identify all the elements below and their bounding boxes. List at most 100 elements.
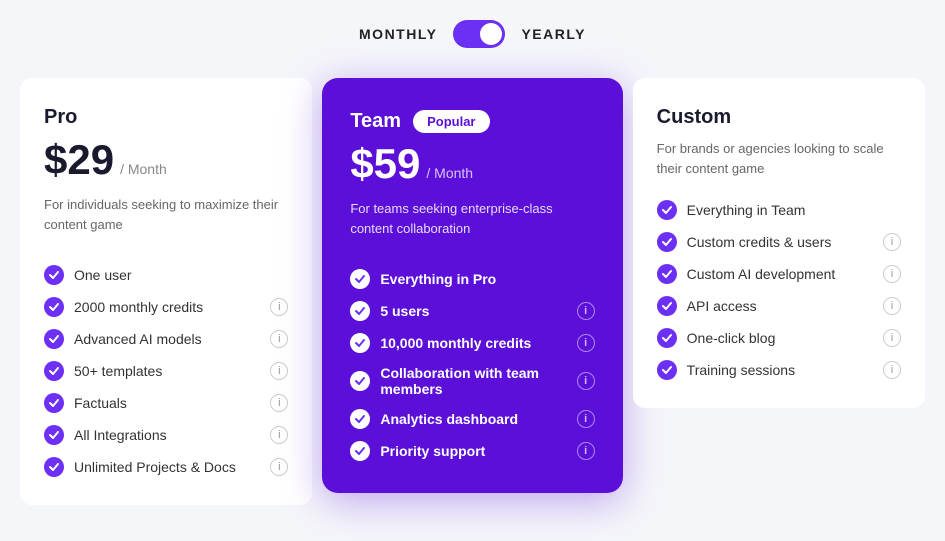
feature-left: API access: [657, 296, 757, 316]
pro-plan-name: Pro: [44, 106, 288, 129]
check-icon: [657, 328, 677, 348]
feature-text: 50+ templates: [74, 363, 162, 379]
pro-plan-card: Pro $29 / Month For individuals seeking …: [20, 78, 312, 505]
info-icon[interactable]: i: [577, 372, 595, 390]
team-plan-name: Team Popular: [350, 110, 594, 133]
check-icon: [44, 265, 64, 285]
info-icon[interactable]: i: [883, 329, 901, 347]
list-item: All Integrations i: [44, 425, 288, 445]
custom-plan-card: Custom For brands or agencies looking to…: [633, 78, 925, 408]
feature-left: 10,000 monthly credits: [350, 333, 531, 353]
feature-text: All Integrations: [74, 427, 167, 443]
list-item: One user: [44, 265, 288, 285]
info-icon[interactable]: i: [270, 298, 288, 316]
popular-badge: Popular: [413, 110, 489, 133]
info-icon[interactable]: i: [577, 334, 595, 352]
feature-text: API access: [687, 298, 757, 314]
check-icon: [350, 441, 370, 461]
team-price: $59: [350, 143, 420, 185]
list-item: Advanced AI models i: [44, 329, 288, 349]
info-icon[interactable]: i: [270, 330, 288, 348]
feature-left: Factuals: [44, 393, 127, 413]
list-item: Everything in Pro: [350, 269, 594, 289]
feature-text: One-click blog: [687, 330, 776, 346]
pro-price-row: $29 / Month: [44, 139, 288, 181]
check-icon: [44, 425, 64, 445]
info-icon[interactable]: i: [577, 442, 595, 460]
check-icon: [44, 361, 64, 381]
feature-left: Collaboration with team members: [350, 365, 576, 397]
check-icon: [657, 264, 677, 284]
info-icon[interactable]: i: [883, 297, 901, 315]
list-item: Custom credits & users i: [657, 232, 901, 252]
feature-text: Training sessions: [687, 362, 795, 378]
check-icon: [44, 329, 64, 349]
info-icon[interactable]: i: [270, 458, 288, 476]
pro-feature-list: One user 2000 monthly credits i Advanc: [44, 265, 288, 477]
check-icon: [44, 457, 64, 477]
list-item: 10,000 monthly credits i: [350, 333, 594, 353]
info-icon[interactable]: i: [270, 362, 288, 380]
feature-left: One-click blog: [657, 328, 776, 348]
feature-text: Custom credits & users: [687, 234, 832, 250]
feature-left: 50+ templates: [44, 361, 162, 381]
list-item: API access i: [657, 296, 901, 316]
feature-text: Priority support: [380, 443, 485, 459]
check-icon: [350, 371, 370, 391]
feature-text: 2000 monthly credits: [74, 299, 203, 315]
team-price-row: $59 / Month: [350, 143, 594, 185]
check-icon: [350, 409, 370, 429]
list-item: 50+ templates i: [44, 361, 288, 381]
feature-text: Collaboration with team members: [380, 365, 576, 397]
team-feature-list: Everything in Pro 5 users i 10,000 mon: [350, 269, 594, 461]
list-item: Priority support i: [350, 441, 594, 461]
billing-toggle: MONTHLY YEARLY: [359, 0, 586, 78]
feature-left: Custom AI development: [657, 264, 836, 284]
info-icon[interactable]: i: [577, 410, 595, 428]
team-period: / Month: [426, 165, 473, 181]
feature-left: Unlimited Projects & Docs: [44, 457, 236, 477]
feature-text: Everything in Pro: [380, 271, 496, 287]
check-icon: [350, 301, 370, 321]
list-item: Everything in Team: [657, 200, 901, 220]
feature-left: Everything in Pro: [350, 269, 496, 289]
monthly-label: MONTHLY: [359, 26, 437, 42]
feature-left: One user: [44, 265, 132, 285]
info-icon[interactable]: i: [270, 394, 288, 412]
check-icon: [350, 333, 370, 353]
feature-text: Factuals: [74, 395, 127, 411]
team-plan-card: Team Popular $59 / Month For teams seeki…: [322, 78, 622, 493]
info-icon[interactable]: i: [270, 426, 288, 444]
info-icon[interactable]: i: [883, 233, 901, 251]
pro-description: For individuals seeking to maximize thei…: [44, 195, 288, 243]
custom-plan-name: Custom: [657, 106, 901, 129]
yearly-label: YEARLY: [521, 26, 586, 42]
info-icon[interactable]: i: [883, 361, 901, 379]
feature-text: 10,000 monthly credits: [380, 335, 531, 351]
list-item: Training sessions i: [657, 360, 901, 380]
list-item: Collaboration with team members i: [350, 365, 594, 397]
custom-description: For brands or agencies looking to scale …: [657, 139, 901, 178]
feature-left: 5 users: [350, 301, 429, 321]
feature-left: Analytics dashboard: [350, 409, 518, 429]
feature-text: Analytics dashboard: [380, 411, 518, 427]
feature-left: Advanced AI models: [44, 329, 202, 349]
custom-feature-list: Everything in Team Custom credits & user…: [657, 200, 901, 380]
check-icon: [657, 360, 677, 380]
check-icon: [657, 232, 677, 252]
feature-left: Everything in Team: [657, 200, 806, 220]
billing-switch[interactable]: [453, 20, 505, 48]
feature-text: One user: [74, 267, 132, 283]
check-icon: [657, 296, 677, 316]
plans-container: Pro $29 / Month For individuals seeking …: [0, 78, 945, 541]
feature-text: Advanced AI models: [74, 331, 202, 347]
info-icon[interactable]: i: [883, 265, 901, 283]
feature-text: Unlimited Projects & Docs: [74, 459, 236, 475]
feature-left: Training sessions: [657, 360, 795, 380]
info-icon[interactable]: i: [577, 302, 595, 320]
list-item: Unlimited Projects & Docs i: [44, 457, 288, 477]
list-item: One-click blog i: [657, 328, 901, 348]
feature-left: All Integrations: [44, 425, 167, 445]
check-icon: [350, 269, 370, 289]
list-item: Analytics dashboard i: [350, 409, 594, 429]
